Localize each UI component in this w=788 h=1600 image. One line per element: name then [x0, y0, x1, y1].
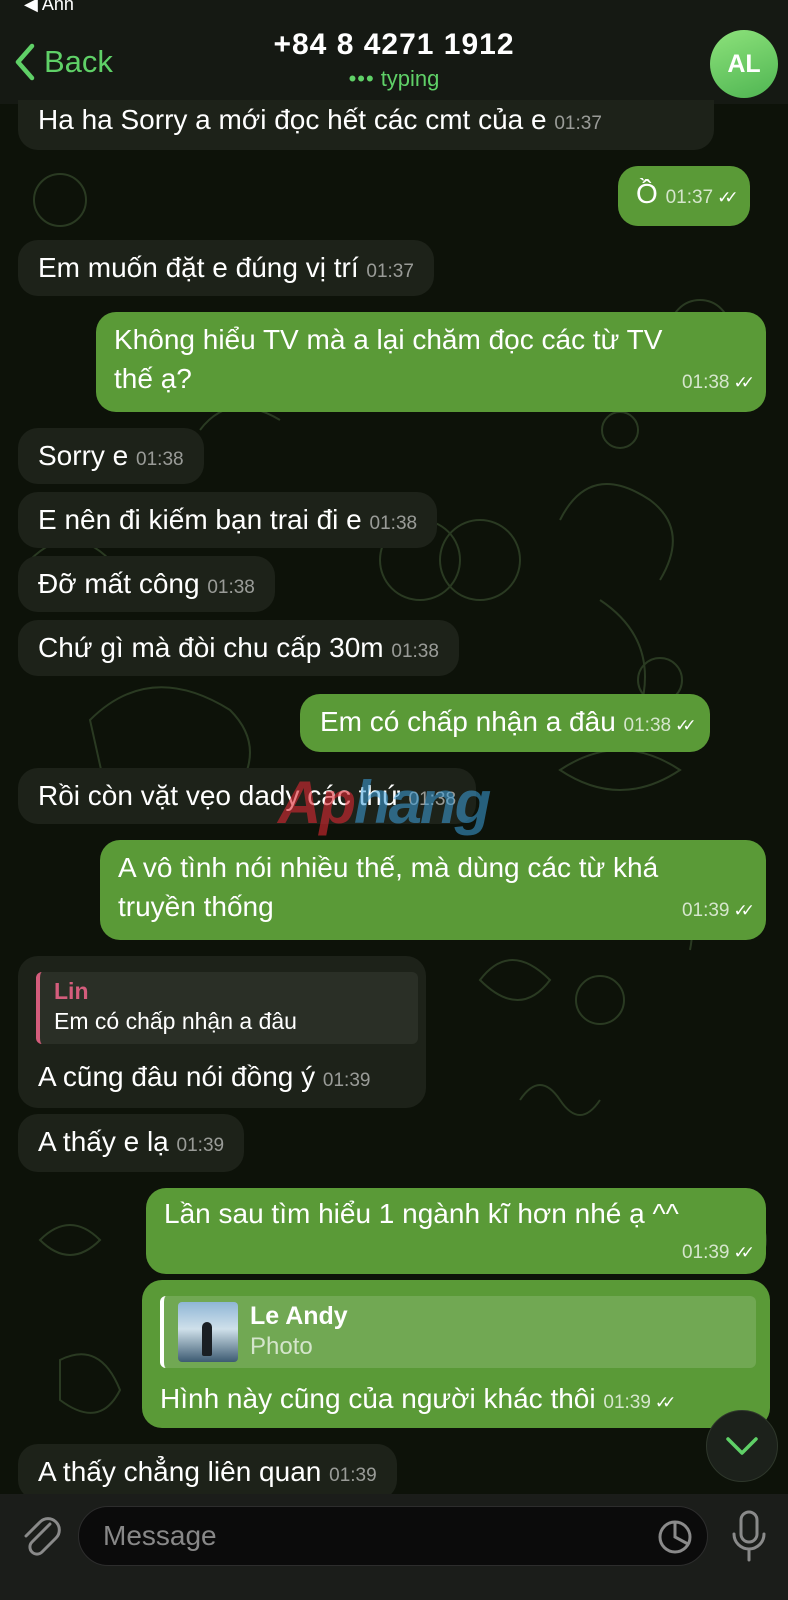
message-time: 01:39 [681, 1242, 730, 1263]
reply-text: Photo [250, 1333, 313, 1360]
person-silhouette [202, 1322, 212, 1356]
message-bubble-outgoing[interactable]: A vô tình nói nhiều thế, mà dùng các từ … [100, 840, 766, 940]
watermark-logo: Aphang [278, 769, 491, 836]
message-text: Ha ha Sorry a mới đọc hết các cmt của e [38, 104, 547, 135]
attach-icon[interactable] [20, 1510, 62, 1562]
message-bubble-outgoing[interactable]: Em có chấp nhận a đâu 01:38 ✓✓ [300, 694, 710, 752]
message-time: 01:39 [603, 1392, 651, 1413]
message-text: Chứ gì mà đòi chu cấp 30m [38, 632, 384, 663]
message-time: 01:38 [369, 513, 418, 534]
chat-header: ◀ Anh Back +84 8 4271 1912 ••• typing AL [0, 0, 788, 104]
message-input[interactable]: Message [78, 1506, 708, 1566]
message-bubble-incoming[interactable]: A thấy chẳng liên quan 01:39 [18, 1444, 397, 1500]
avatar[interactable]: AL [710, 30, 778, 98]
message-time: 01:37 [665, 187, 714, 208]
message-bubble-outgoing[interactable]: Lần sau tìm hiểu 1 ngành kĩ hơn nhé ạ ^^… [146, 1188, 766, 1274]
scroll-to-bottom-button[interactable] [706, 1410, 778, 1482]
chat-title[interactable]: +84 8 4271 1912 [0, 28, 788, 62]
message-text: Lần sau tìm hiểu 1 ngành kĩ hơn nhé ạ ^^ [164, 1198, 679, 1229]
message-bubble-outgoing[interactable]: Không hiểu TV mà a lại chăm đọc các từ T… [96, 312, 766, 412]
double-check-icon: ✓✓ [717, 188, 738, 207]
typing-dots: ••• [348, 66, 375, 91]
double-check-icon: ✓✓ [733, 373, 755, 392]
message-time: 01:38 [391, 641, 439, 662]
reply-text: Em có chấp nhận a đâu [54, 1008, 297, 1034]
status-back-link[interactable]: ◀ Anh [24, 0, 74, 15]
message-time: 01:37 [554, 113, 602, 134]
message-text-line2: thế ạ? [114, 363, 192, 394]
message-bubble-incoming[interactable]: Sorry e 01:38 [18, 428, 204, 484]
double-check-icon: ✓✓ [654, 1393, 676, 1412]
message-text: Hình này cũng của người khác thôi [160, 1383, 596, 1414]
message-time: 01:38 [207, 577, 255, 598]
message-bubble-outgoing[interactable]: Ồ 01:37 ✓✓ [618, 166, 750, 226]
message-bubble-incoming[interactable]: Đỡ mất công 01:38 [18, 556, 275, 612]
message-text: A thấy e lạ [38, 1126, 169, 1157]
reply-preview[interactable]: Lin Em có chấp nhận a đâu [36, 972, 418, 1044]
message-text: Không hiểu TV mà a lại chăm đọc các từ T… [114, 324, 663, 355]
message-time: 01:39 [176, 1135, 225, 1156]
double-check-icon: ✓✓ [675, 716, 696, 735]
message-bubble-incoming[interactable]: Em muốn đặt e đúng vị trí 01:37 [18, 240, 434, 296]
message-time: 01:39 [329, 1465, 377, 1486]
message-text: E nên đi kiếm bạn trai đi e [38, 504, 362, 535]
message-time: 01:38 [136, 449, 184, 470]
reply-preview[interactable]: Le Andy Photo [160, 1296, 756, 1368]
message-text-line2: truyền thống [118, 891, 274, 922]
chevron-down-icon [726, 1437, 758, 1455]
message-time: 01:37 [366, 261, 414, 282]
reply-photo-thumbnail [178, 1302, 238, 1362]
message-time: 01:38 [681, 372, 730, 393]
message-bubble-incoming[interactable]: Chứ gì mà đòi chu cấp 30m 01:38 [18, 620, 459, 676]
sticker-icon[interactable] [656, 1518, 694, 1556]
message-bubble-incoming[interactable]: Ha ha Sorry a mới đọc hết các cmt của e … [18, 100, 714, 150]
message-text: A cũng đâu nói đồng ý [38, 1061, 316, 1092]
chat-status: ••• typing [0, 66, 788, 92]
message-bubble-incoming[interactable]: E nên đi kiếm bạn trai đi e 01:38 [18, 492, 438, 548]
typing-label: typing [380, 66, 440, 91]
double-check-icon: ✓✓ [733, 901, 755, 920]
double-check-icon: ✓✓ [733, 1243, 755, 1262]
message-time: 01:39 [322, 1070, 371, 1091]
message-text: A vô tình nói nhiều thế, mà dùng các từ … [118, 852, 659, 883]
message-bubble-outgoing[interactable]: Le Andy Photo Hình này cũng của người kh… [142, 1280, 770, 1428]
message-text: A thấy chẳng liên quan [38, 1456, 322, 1487]
message-text: Đỡ mất công [38, 568, 200, 599]
message-time: 01:39 [681, 900, 730, 921]
message-text: Ồ [636, 178, 658, 209]
message-time: 01:38 [623, 715, 672, 736]
microphone-icon[interactable] [730, 1510, 768, 1564]
message-bubble-incoming[interactable]: Lin Em có chấp nhận a đâu A cũng đâu nói… [18, 956, 426, 1108]
message-text: Em muốn đặt e đúng vị trí [38, 252, 359, 283]
message-text: Sorry e [38, 440, 129, 471]
reply-author: Lin [54, 978, 89, 1004]
message-composer: Message [0, 1494, 788, 1600]
reply-author: Le Andy [250, 1302, 348, 1330]
message-bubble-incoming[interactable]: A thấy e lạ 01:39 [18, 1114, 245, 1172]
message-text: Em có chấp nhận a đâu [320, 706, 616, 737]
